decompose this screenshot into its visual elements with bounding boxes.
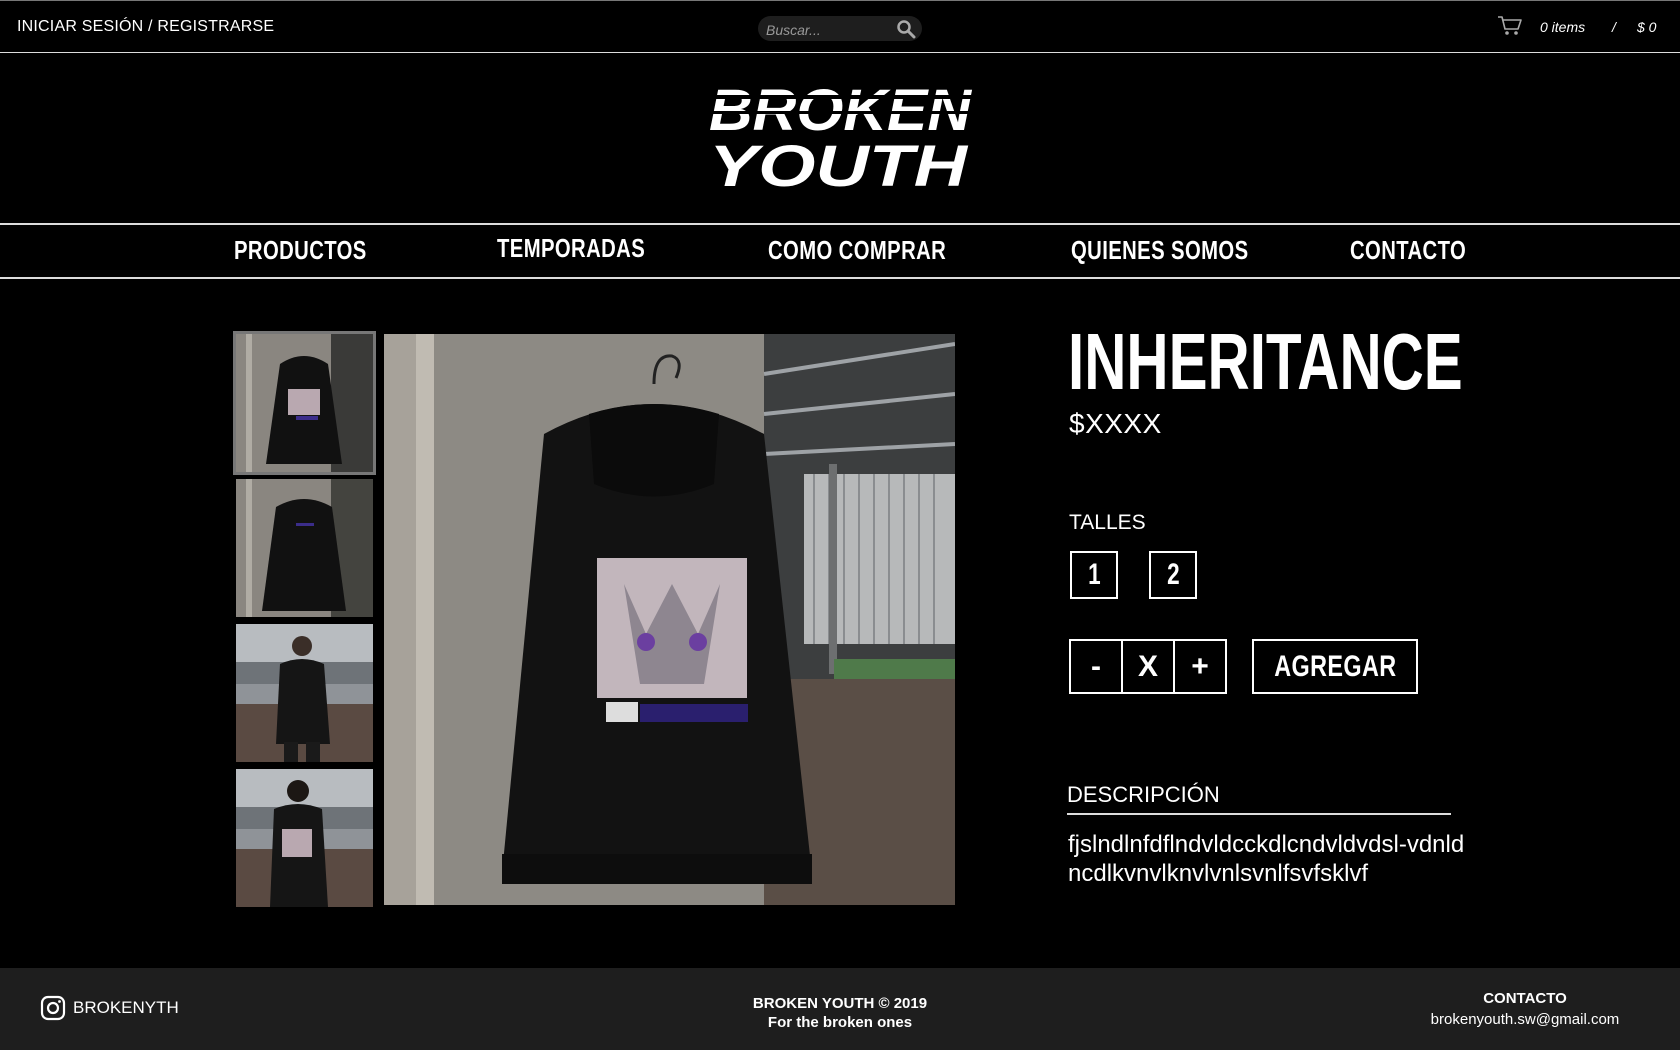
size-option-1[interactable]: 1 [1070, 551, 1118, 599]
nav-item-como-comprar[interactable]: COMO COMPRAR [768, 235, 946, 266]
footer: BROKENYTH BROKEN YOUTH © 2019 For the br… [0, 968, 1680, 1050]
cart-total[interactable]: $ 0 [1637, 19, 1656, 35]
size-option-label: 2 [1166, 558, 1180, 591]
nav-item-productos[interactable]: PRODUCTOS [234, 235, 367, 266]
svg-text:YOUTH: YOUTH [709, 134, 968, 192]
nav-item-temporadas[interactable]: TEMPORADAS [497, 233, 645, 264]
thumbnail-1[interactable] [233, 331, 376, 475]
instagram-handle[interactable]: BROKENYTH [73, 998, 179, 1018]
top-bar: INICIAR SESIÓN / REGISTRARSE 0 items / $… [0, 0, 1680, 53]
footer-contact-block: CONTACTO brokenyouth.sw@gmail.com [1410, 988, 1640, 1030]
product-price: $XXXX [1069, 408, 1162, 439]
search-box [758, 16, 922, 41]
quantity-decrease-button[interactable]: - [1071, 641, 1121, 692]
brand-logo[interactable]: BROKEN YOUTH [700, 80, 980, 192]
thumbnail-3[interactable] [236, 624, 373, 762]
login-register-link[interactable]: INICIAR SESIÓN / REGISTRARSE [17, 18, 274, 36]
main-nav: PRODUCTOS TEMPORADAS COMO COMPRAR QUIENE… [0, 223, 1680, 279]
sizes-label: TALLES [1069, 511, 1146, 534]
thumbnail-2[interactable] [236, 479, 373, 617]
quantity-stepper: - X + [1069, 639, 1227, 694]
main-product-photo [384, 334, 955, 905]
add-to-cart-button[interactable]: AGREGAR [1252, 639, 1418, 694]
tagline-text: For the broken ones [767, 1014, 913, 1031]
thumbnail-4[interactable] [236, 769, 373, 907]
cart-separator: / [1612, 19, 1616, 35]
description-heading: DESCRIPCIÓN [1067, 782, 1451, 815]
contact-heading: CONTACTO [1483, 990, 1567, 1007]
add-to-cart-label: AGREGAR [1273, 649, 1397, 683]
contact-email-link[interactable]: brokenyouth.sw@gmail.com [1410, 1009, 1640, 1030]
cart-item-count[interactable]: 0 items [1540, 19, 1585, 35]
quantity-increase-button[interactable]: + [1173, 641, 1225, 692]
cart-icon[interactable] [1497, 15, 1523, 37]
nav-item-quienes-somos[interactable]: QUIENES SOMOS [1071, 235, 1248, 266]
size-option-label: 1 [1087, 558, 1101, 591]
search-input[interactable] [764, 18, 894, 41]
copyright-text: BROKEN YOUTH © 2019 [752, 995, 928, 1012]
description-text: fjslndlnfdflndvldcckdlcndvldvdsl-vdnldnc… [1068, 831, 1465, 887]
footer-copyright-block: BROKEN YOUTH © 2019 For the broken ones [690, 994, 990, 1032]
nav-item-contacto[interactable]: CONTACTO [1350, 235, 1466, 266]
instagram-icon[interactable] [40, 995, 66, 1021]
size-option-2[interactable]: 2 [1149, 551, 1197, 599]
product-title: INHERITANCE [1068, 317, 1463, 406]
quantity-value[interactable]: X [1121, 641, 1173, 692]
search-icon[interactable] [896, 19, 916, 39]
